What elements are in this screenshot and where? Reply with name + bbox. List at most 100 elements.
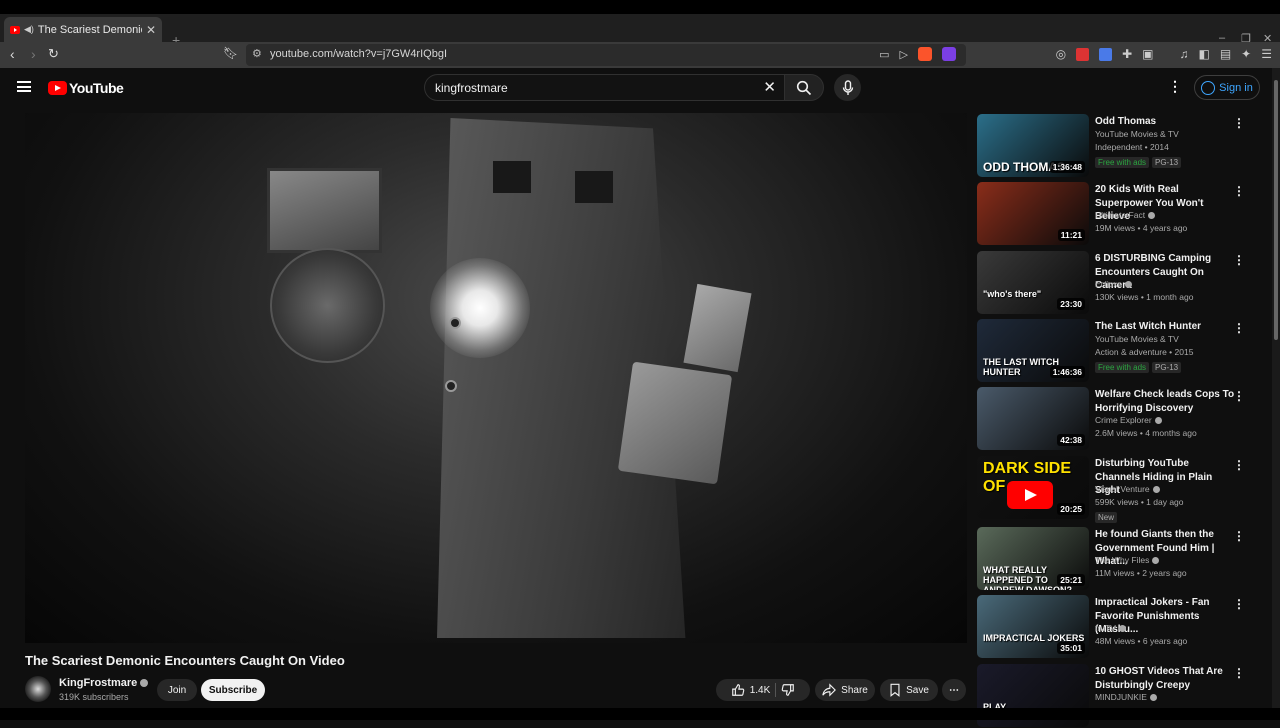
more-options-icon[interactable]: ⋮ bbox=[1233, 389, 1245, 403]
search-button[interactable] bbox=[784, 74, 824, 101]
like-button[interactable]: 1.4K bbox=[731, 683, 770, 697]
more-options-icon[interactable]: ⋮ bbox=[1233, 116, 1245, 130]
search-input[interactable]: kingfrostmare ✕ bbox=[424, 74, 784, 101]
duration-badge: 42:38 bbox=[1057, 434, 1085, 446]
channel-name[interactable]: KingFrostmare bbox=[59, 677, 149, 689]
url-text[interactable]: youtube.com/watch?v=j7GW4rIQbgI bbox=[270, 48, 447, 60]
video-thumbnail[interactable]: ODD THOMAS 1:36:48 bbox=[977, 114, 1089, 177]
video-thumbnail[interactable]: WHAT REALLY HAPPENED TO ANDREW DAWSON? 25… bbox=[977, 527, 1089, 590]
brave-rewards-icon[interactable] bbox=[942, 47, 956, 61]
video-thumbnail[interactable]: 11:21 bbox=[977, 182, 1089, 245]
rating-badge: PG-13 bbox=[1152, 362, 1182, 373]
recommendation-meta: 599K views • 1 day ago bbox=[1095, 497, 1184, 507]
recommendation-channel[interactable]: MINDJUNKIE bbox=[1095, 692, 1157, 702]
recommendation-meta: 130K views • 1 month ago bbox=[1095, 292, 1194, 302]
recommendation-meta: 48M views • 6 years ago bbox=[1095, 636, 1188, 646]
more-options-icon[interactable]: ⋮ bbox=[1233, 184, 1245, 198]
recommendation-title[interactable]: Odd Thomas bbox=[1095, 115, 1235, 129]
channel-avatar[interactable] bbox=[25, 676, 51, 702]
extension-blue-icon[interactable] bbox=[1099, 47, 1113, 61]
bookmark-icon[interactable]: 🔖︎ bbox=[223, 46, 238, 60]
share-icon bbox=[822, 683, 837, 697]
recommendation-channel[interactable]: The Why Files bbox=[1095, 555, 1160, 565]
more-options-icon[interactable]: ⋮ bbox=[1233, 666, 1245, 680]
hamburger-menu-icon[interactable] bbox=[17, 81, 31, 92]
thumbnail-text: "who's there" bbox=[983, 289, 1042, 299]
more-options-icon[interactable]: ⋮ bbox=[1233, 597, 1245, 611]
recommendation-item[interactable]: WHAT REALLY HAPPENED TO ANDREW DAWSON? 25… bbox=[977, 527, 1245, 591]
recommendation-item[interactable]: DARK SIDE OF 20:25 Disturbing YouTube Chan… bbox=[977, 456, 1245, 523]
recommendation-channel[interactable]: YouTube Movies & TV bbox=[1095, 334, 1179, 344]
video-thumbnail[interactable]: DARK SIDE OF 20:25 bbox=[977, 456, 1089, 519]
brave-shields-icon[interactable] bbox=[918, 47, 932, 61]
more-options-icon[interactable]: ⋮ bbox=[1233, 529, 1245, 543]
video-thumbnail[interactable]: IMPRACTICAL JOKERS 35:01 bbox=[977, 595, 1089, 658]
video-thumbnail[interactable]: 42:38 bbox=[977, 387, 1089, 450]
share-button[interactable]: Share bbox=[815, 679, 875, 701]
clear-search-icon[interactable]: ✕ bbox=[763, 78, 776, 96]
cast-icon[interactable]: ▭ bbox=[879, 48, 889, 61]
video-thumbnail[interactable]: THE LAST WITCH HUNTER 1:46:36 bbox=[977, 319, 1089, 382]
recommendation-channel[interactable]: Crime Explorer bbox=[1095, 415, 1162, 425]
glasses-icon[interactable]: ◎ bbox=[1056, 47, 1066, 61]
recommendation-item[interactable]: THE LAST WITCH HUNTER 1:46:36 The Last Wit… bbox=[977, 319, 1245, 383]
more-options-icon[interactable]: ⋮ bbox=[1233, 458, 1245, 472]
recommendation-title[interactable]: The Last Witch Hunter bbox=[1095, 320, 1235, 334]
subscribe-button[interactable]: Subscribe bbox=[201, 679, 265, 701]
recommendation-item[interactable]: 42:38 Welfare Check leads Cops To Horrify… bbox=[977, 387, 1245, 451]
recommendation-channel[interactable]: YouTube Movies & TV bbox=[1095, 129, 1179, 139]
more-options-icon[interactable]: ⋮ bbox=[1233, 253, 1245, 267]
recommendation-title[interactable]: Welfare Check leads Cops To Horrifying D… bbox=[1095, 388, 1235, 415]
video-thumbnail[interactable]: "who's there" 23:30 bbox=[977, 251, 1089, 314]
duration-badge: 11:21 bbox=[1057, 229, 1085, 241]
thumbs-up-icon bbox=[731, 684, 744, 696]
tab-strip: ◀) The Scariest Demonic En ✕ + – ❐ ✕ bbox=[0, 14, 1280, 48]
search-value[interactable]: kingfrostmare bbox=[435, 81, 508, 95]
video-player[interactable] bbox=[25, 113, 967, 643]
menu-icon[interactable]: ☰ bbox=[1261, 47, 1272, 61]
join-button[interactable]: Join bbox=[157, 679, 197, 701]
site-settings-icon[interactable]: ⚙ bbox=[252, 47, 262, 60]
recommendation-item[interactable]: 11:21 20 Kids With Real Superpower You Wo… bbox=[977, 182, 1245, 246]
wallet-icon[interactable]: ▤ bbox=[1220, 47, 1231, 61]
sidebar-icon[interactable]: ◧ bbox=[1198, 47, 1209, 61]
recommendation-channel[interactable]: truTV bbox=[1095, 623, 1126, 633]
extension-red-icon[interactable] bbox=[1076, 47, 1090, 61]
leo-icon[interactable]: ✦ bbox=[1241, 47, 1251, 61]
recommendation-title[interactable]: 10 GHOST Videos That Are Disturbingly Cr… bbox=[1095, 665, 1235, 692]
verified-icon bbox=[1125, 281, 1133, 289]
reload-icon[interactable]: ↻ bbox=[48, 46, 59, 62]
video-frame-window bbox=[267, 168, 382, 253]
more-options-icon[interactable]: ⋮ bbox=[1233, 321, 1245, 335]
back-icon[interactable]: ‹ bbox=[10, 46, 15, 62]
browser-tab[interactable]: ◀) The Scariest Demonic En ✕ bbox=[4, 17, 162, 42]
recommendation-channel[interactable]: Eclipxe bbox=[1095, 279, 1133, 289]
settings-more-icon[interactable]: ⋮ bbox=[1168, 78, 1182, 95]
forward-icon[interactable]: › bbox=[31, 46, 36, 62]
youtube-play-icon bbox=[48, 81, 67, 95]
music-icon[interactable]: ♫ bbox=[1179, 47, 1188, 61]
more-actions-icon[interactable]: ⋯ bbox=[942, 679, 966, 701]
recommendation-meta: 2.6M views • 4 months ago bbox=[1095, 428, 1197, 438]
speaker-icon[interactable]: ◀) bbox=[24, 24, 34, 35]
close-tab-icon[interactable]: ✕ bbox=[146, 23, 156, 37]
sign-in-button[interactable]: Sign in bbox=[1194, 75, 1260, 100]
recommendation-channel[interactable]: Ultimate Fact bbox=[1095, 210, 1156, 220]
recommendation-item[interactable]: ODD THOMAS 1:36:48 Odd Thomas YouTube Movie… bbox=[977, 114, 1245, 178]
verified-icon bbox=[1152, 557, 1160, 565]
scrollbar[interactable] bbox=[1272, 68, 1280, 708]
thumbs-down-icon[interactable] bbox=[781, 683, 795, 697]
youtube-logo[interactable]: YouTube bbox=[48, 80, 124, 96]
recommendation-item[interactable]: IMPRACTICAL JOKERS 35:01 Impractical Joker… bbox=[977, 595, 1245, 659]
youtube-header: YouTube kingfrostmare ✕ ⋮ Sign in bbox=[0, 68, 1272, 108]
puzzle-icon[interactable]: ✚ bbox=[1122, 47, 1132, 61]
media-icon[interactable]: ▷ bbox=[900, 48, 908, 61]
recommendation-item[interactable]: "who's there" 23:30 6 DISTURBING Camping E… bbox=[977, 251, 1245, 315]
screenshot-icon[interactable]: ▣ bbox=[1142, 47, 1153, 61]
save-button[interactable]: Save bbox=[880, 679, 938, 701]
bookmark-save-icon bbox=[890, 683, 900, 697]
voice-search-button[interactable] bbox=[834, 74, 861, 101]
recommendation-channel[interactable]: Visual Venture bbox=[1095, 484, 1160, 494]
recommendation-meta: Action & adventure • 2015 bbox=[1095, 347, 1194, 357]
url-box[interactable]: ⚙ youtube.com/watch?v=j7GW4rIQbgI ▭ ▷ bbox=[246, 44, 966, 66]
